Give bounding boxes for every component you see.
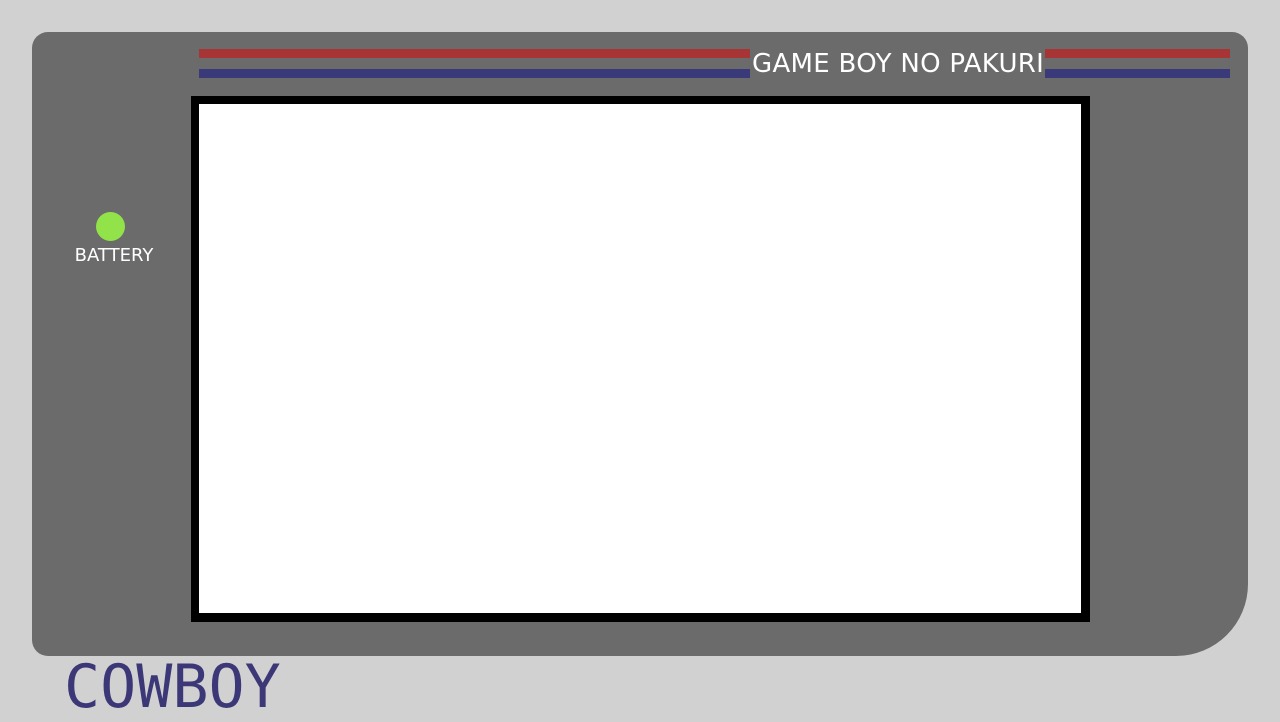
red-stripe-right [1045,49,1230,58]
red-stripe-left [199,49,750,58]
console-body: GAME BOY NO PAKURI BATTERY [32,32,1248,656]
screen-bezel [191,96,1090,622]
brand-logo: COWBOY [64,652,281,722]
game-screen[interactable] [199,104,1081,613]
blue-stripe-left [199,69,750,78]
blue-stripe-right [1045,69,1230,78]
console-title: GAME BOY NO PAKURI [752,49,1045,79]
battery-label: BATTERY [74,245,154,266]
battery-indicator-icon [96,212,125,241]
